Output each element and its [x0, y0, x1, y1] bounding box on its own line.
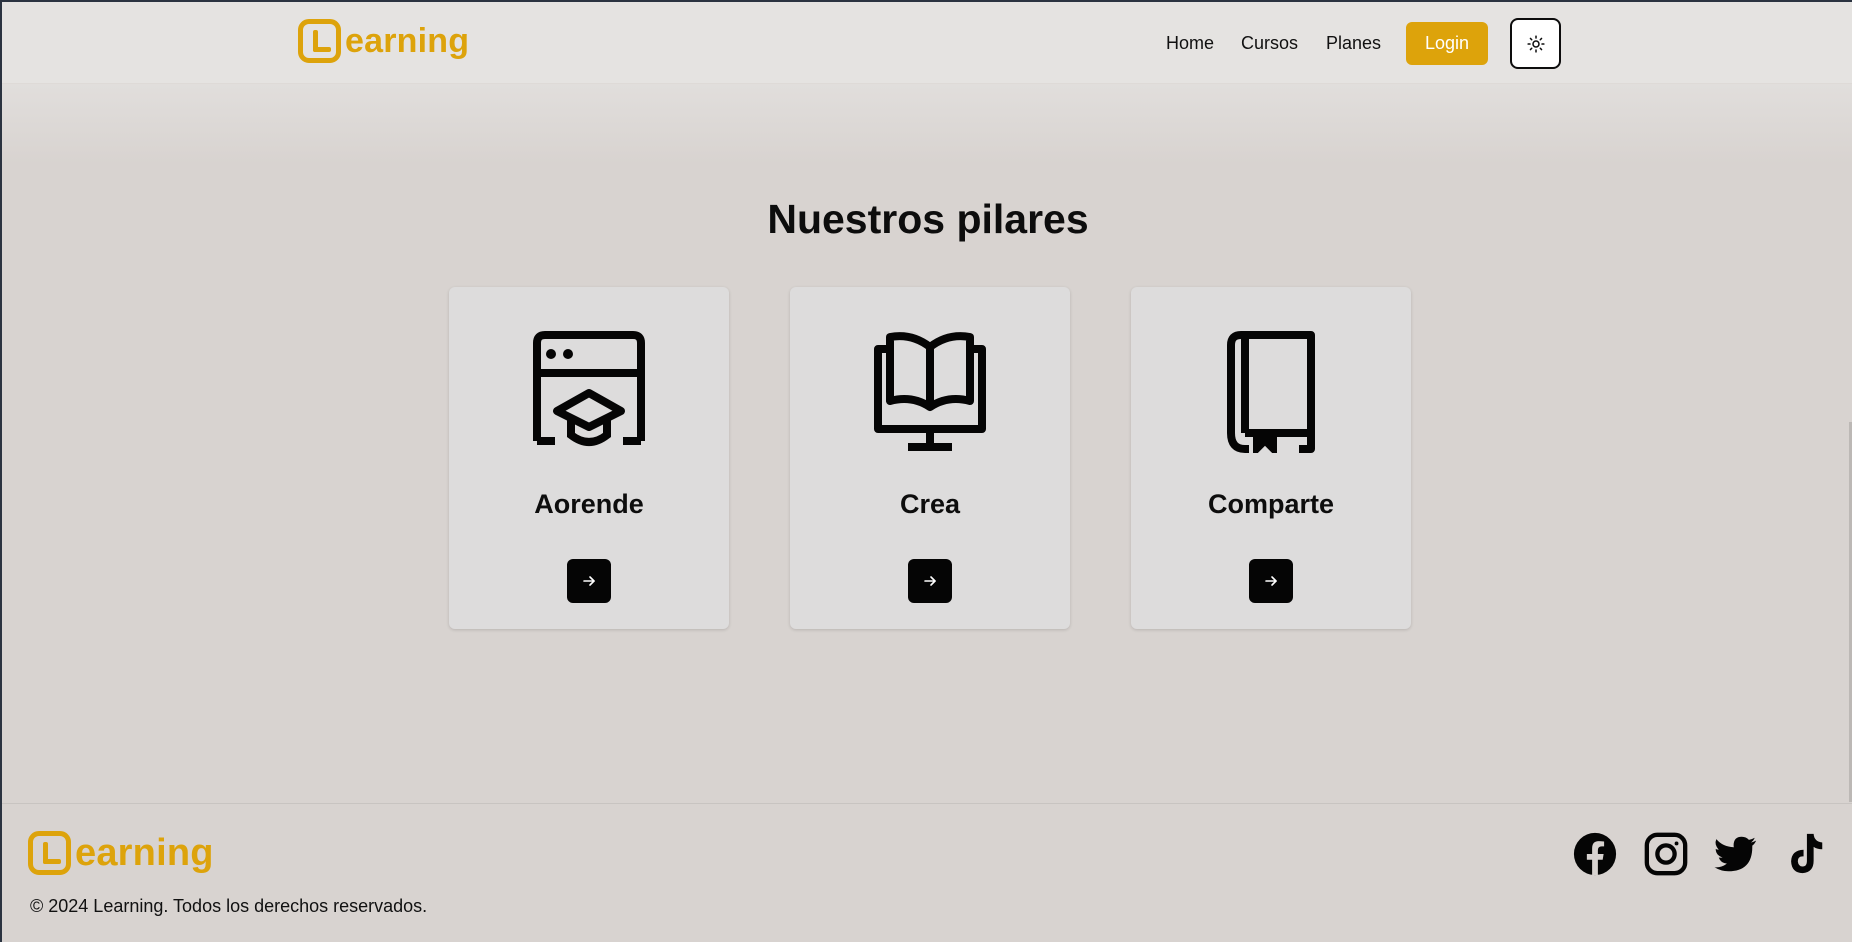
card-arrow-button[interactable] [567, 559, 611, 603]
copyright-text: © 2024 Learning. Todos los derechos rese… [30, 896, 428, 916]
pillar-card-aprende: Aorende [449, 287, 729, 629]
logo-l-icon [28, 831, 71, 875]
top-navbar: earning Home Cursos Planes Login [2, 2, 1852, 84]
brand-text: earning [75, 831, 214, 874]
nav-link-home[interactable]: Home [1166, 33, 1214, 54]
login-button[interactable]: Login [1406, 22, 1488, 65]
footer: earning © 2024 Learning. Todos los derec… [2, 803, 1852, 942]
book-bookmark-icon [1227, 331, 1315, 453]
pillar-card-crea: Crea [790, 287, 1070, 629]
hero-gradient-band [2, 84, 1852, 164]
card-title: Comparte [1207, 489, 1335, 519]
arrow-right-icon [1265, 576, 1277, 586]
browser-graduation-cap-icon [533, 331, 645, 446]
arrow-right-icon [924, 576, 936, 586]
brand-text: earning [345, 21, 470, 60]
logo-l-icon [298, 19, 341, 63]
twitter-icon[interactable] [1713, 831, 1759, 877]
tiktok-icon[interactable] [1782, 831, 1828, 877]
card-title: Crea [899, 489, 961, 519]
pillar-card-comparte: Comparte [1131, 287, 1411, 629]
facebook-icon[interactable] [1572, 831, 1618, 877]
footer-brand-logo[interactable]: earning [28, 831, 214, 875]
monitor-book-icon [874, 332, 986, 451]
card-arrow-button[interactable] [908, 559, 952, 603]
section-title: Nuestros pilares [767, 196, 1089, 242]
brand-logo[interactable]: earning [298, 19, 469, 63]
arrow-right-icon [583, 576, 595, 586]
sun-icon [1526, 34, 1545, 53]
card-arrow-button[interactable] [1249, 559, 1293, 603]
card-title: Aorende [534, 489, 644, 519]
nav-link-planes[interactable]: Planes [1326, 33, 1381, 54]
nav-link-cursos[interactable]: Cursos [1241, 33, 1298, 54]
theme-toggle-button[interactable] [1510, 18, 1561, 69]
instagram-icon[interactable] [1643, 831, 1689, 877]
